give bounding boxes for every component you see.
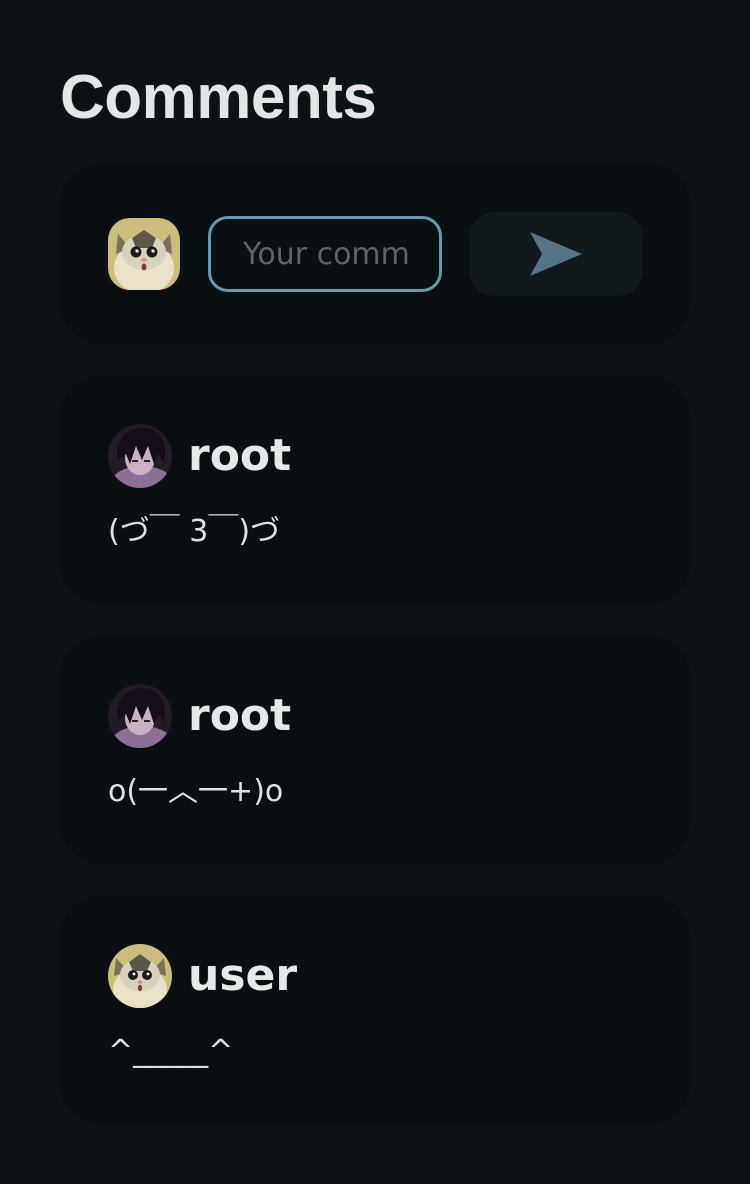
page-title: Comments bbox=[60, 63, 377, 132]
comment-input[interactable] bbox=[208, 216, 442, 292]
anime-avatar-icon bbox=[108, 424, 172, 488]
comment-username: root bbox=[188, 430, 292, 481]
comment-username: root bbox=[188, 690, 292, 741]
comment-card: root o(一︿一+)o bbox=[60, 636, 690, 864]
comment-text: (づ￣ 3￣)づ bbox=[108, 514, 281, 549]
comments-page: Comments Your comm root (づ￣ 3￣)づ root o(… bbox=[0, 0, 750, 1184]
cat-avatar-icon bbox=[108, 944, 172, 1008]
send-button[interactable] bbox=[470, 212, 642, 296]
comment-card: root (づ￣ 3￣)づ bbox=[60, 376, 690, 604]
anime-avatar-icon bbox=[108, 684, 172, 748]
comment-composer bbox=[60, 164, 690, 344]
comment-username: user bbox=[188, 950, 298, 1001]
comment-text: o(一︿一+)o bbox=[108, 774, 284, 809]
cat-avatar-icon bbox=[108, 218, 180, 290]
comment-card: user ^_____^ bbox=[60, 896, 690, 1124]
comment-text: ^_____^ bbox=[108, 1034, 234, 1069]
send-icon bbox=[530, 232, 582, 276]
